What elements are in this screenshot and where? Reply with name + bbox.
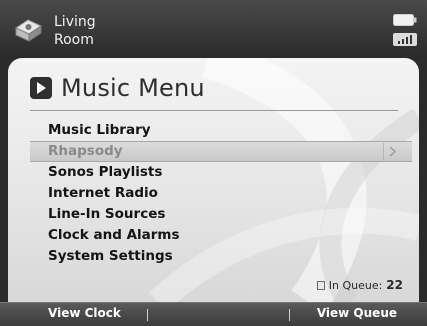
menu-item-music-library[interactable]: Music Library (30, 120, 412, 141)
queue-count: 22 (386, 278, 403, 292)
menu-item-label: Music Library (48, 122, 151, 138)
menu-item-label: Clock and Alarms (48, 227, 180, 243)
header-bar: Living Room (0, 0, 427, 58)
signal-icon (393, 33, 417, 46)
chevron-right-icon (383, 143, 397, 160)
battery-icon (393, 14, 417, 26)
menu-item-label: Line-In Sources (48, 206, 166, 222)
softkey-bar: View Clock View Queue (0, 302, 427, 326)
menu-item-clock-and-alarms[interactable]: Clock and Alarms (30, 225, 412, 246)
room-name-line1: Living (54, 14, 96, 30)
view-clock-button[interactable]: View Clock (48, 306, 121, 320)
menu-item-label: Sonos Playlists (48, 164, 163, 180)
menu-item-rhapsody[interactable]: Rhapsody (30, 141, 412, 162)
menu-item-line-in-sources[interactable]: Line-In Sources (30, 204, 412, 225)
queue-icon (316, 280, 325, 290)
softkey-divider (289, 309, 290, 321)
softkey-divider (147, 309, 148, 321)
menu-item-system-settings[interactable]: System Settings (30, 246, 412, 267)
zone-player-icon (14, 19, 43, 42)
view-queue-button[interactable]: View Queue (317, 306, 397, 320)
menu-header: Music Menu (30, 70, 205, 106)
menu-item-label: System Settings (48, 248, 173, 264)
menu-item-label: Rhapsody (48, 143, 123, 159)
page-title: Music Menu (61, 74, 205, 102)
menu-item-label: Internet Radio (48, 185, 158, 201)
room-name-line2: Room (54, 32, 94, 48)
queue-label: In Queue: (328, 278, 383, 292)
menu-item-sonos-playlists[interactable]: Sonos Playlists (30, 162, 412, 183)
music-menu-panel: Music Menu Music Library Rhapsody Sonos … (8, 58, 419, 302)
menu-list: Music Library Rhapsody Sonos Playlists I… (30, 120, 412, 267)
controller-screen: Living Room Music Menu Music Library Rha… (0, 0, 427, 326)
room-name: Living Room (54, 13, 96, 49)
title-divider (30, 110, 398, 111)
menu-item-internet-radio[interactable]: Internet Radio (30, 183, 412, 204)
queue-status: In Queue: 22 (316, 278, 403, 292)
play-icon (30, 77, 52, 99)
